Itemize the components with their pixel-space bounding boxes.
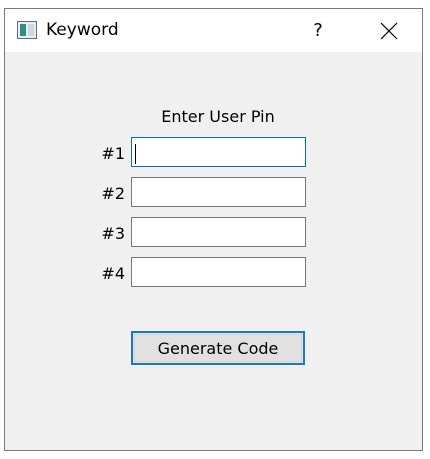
title-bar[interactable]: Keyword ? [5,9,422,52]
text-caret [135,144,136,164]
pin-label-3: #3 [101,224,125,243]
pin-label-4: #4 [101,264,125,283]
app-window-icon [17,21,37,39]
dialog-window: Keyword ? Enter User Pin #1 #2 #3 #4 Gen… [4,8,423,451]
close-button[interactable] [367,15,411,47]
window-title: Keyword [46,20,119,40]
pin-label-1: #1 [101,144,125,163]
pin-input-1[interactable] [131,137,306,167]
generate-code-button[interactable]: Generate Code [131,331,305,365]
pin-label-2: #2 [101,184,125,203]
generate-code-label: Generate Code [134,334,302,362]
pin-input-4[interactable] [131,257,306,287]
enter-pin-label: Enter User Pin [161,107,275,126]
close-icon [380,22,398,40]
help-button[interactable]: ? [301,17,335,45]
pin-input-2[interactable] [131,177,306,207]
pin-input-3[interactable] [131,217,306,247]
